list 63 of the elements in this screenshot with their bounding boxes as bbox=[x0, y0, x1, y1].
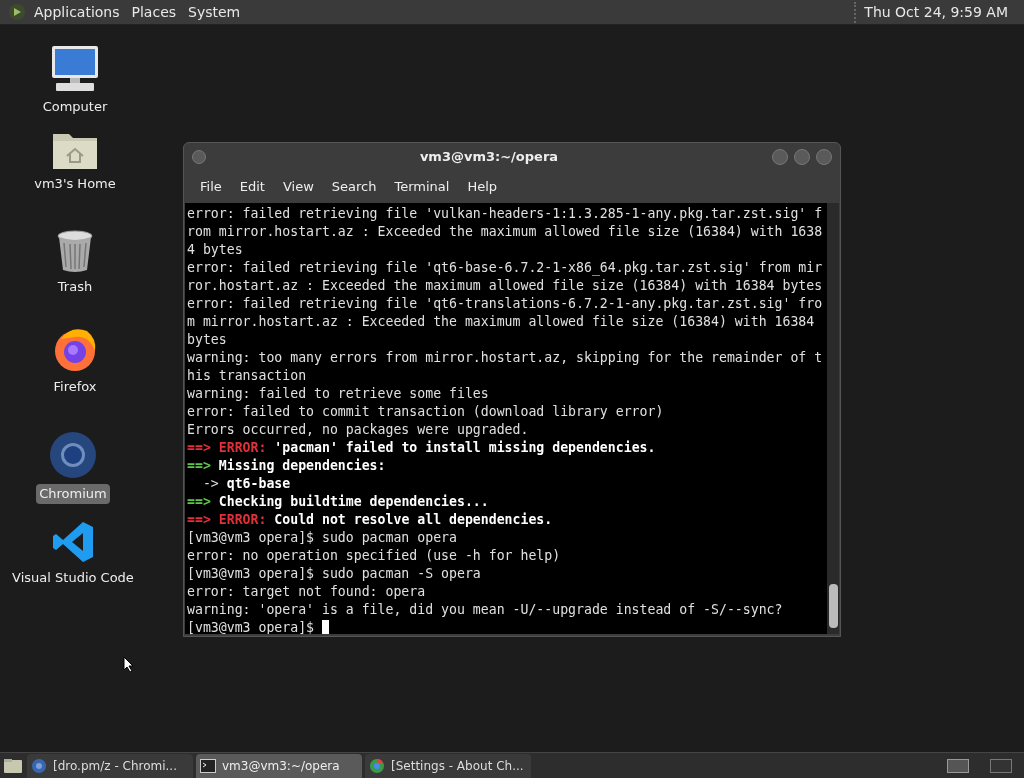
terminal-line: error: target not found: opera bbox=[187, 583, 426, 601]
menu-item[interactable]: Edit bbox=[231, 177, 273, 197]
computer-icon[interactable] bbox=[50, 45, 100, 93]
terminal-line: [vm3@vm3 opera]$ sudo pacman opera bbox=[187, 529, 457, 547]
icon-label[interactable]: Trash bbox=[54, 277, 96, 297]
taskbar-button[interactable]: vm3@vm3:~/opera bbox=[196, 753, 362, 778]
terminal-line: warning: 'opera' is a file, did you mean -U/--upgrade instead of -S/--sync? bbox=[187, 601, 783, 619]
panel-menu[interactable]: Places bbox=[127, 1, 181, 23]
menu-item[interactable]: View bbox=[274, 177, 322, 197]
panel-menu[interactable]: Applications bbox=[30, 1, 124, 23]
terminal-line: error: failed retrieving file 'qt6-base-6.7.2-1-x86_64.pkg.tar.zst.sig' from mir bbox=[187, 259, 823, 277]
terminal-line: [vm3@vm3 opera]$ bbox=[187, 619, 315, 634]
terminal-line: [vm3@vm3 opera]$ sudo pacman -S opera bbox=[187, 565, 481, 583]
logo-icon[interactable] bbox=[8, 3, 26, 21]
terminal-output[interactable] bbox=[185, 203, 827, 634]
close-button[interactable] bbox=[816, 149, 832, 165]
taskbar-button[interactable]: [Settings - About Ch... bbox=[365, 753, 531, 778]
terminal-line: Errors occurred, no packages were upgraded. bbox=[187, 421, 529, 439]
terminal-line: warning: failed to retrieve some files bbox=[187, 385, 489, 403]
menu-item[interactable]: File bbox=[192, 177, 230, 197]
terminal-line: ==> ERROR: Could not resolve all dependencies. bbox=[187, 511, 553, 529]
terminal-line: ==> Checking buildtime dependencies... bbox=[187, 493, 489, 511]
terminal-line: error: failed retrieving file 'vulkan-headers-1:1.3.285-1-any.pkg.tar.zst.sig' f bbox=[187, 205, 823, 223]
terminal-line: ==> ERROR: 'pacman' failed to install missing dependencies. bbox=[187, 439, 656, 457]
terminal-line: error: no operation specified (use -h for help) bbox=[187, 547, 561, 565]
menu-item[interactable]: Terminal bbox=[386, 177, 458, 197]
menu-item[interactable]: Help bbox=[459, 177, 506, 197]
terminal-icon bbox=[200, 758, 216, 773]
icon-label[interactable]: vm3's Home bbox=[31, 174, 119, 194]
terminal-line: ==> Missing dependencies: bbox=[187, 457, 386, 475]
workspace-switcher[interactable] bbox=[990, 758, 1012, 773]
terminal-line: error: failed retrieving file 'qt6-translations-6.7.2-1-any.pkg.tar.zst.sig' fro bbox=[187, 295, 823, 313]
terminal-line: warning: too many errors from mirror.hostart.az, skipping for the remainder of t bbox=[187, 349, 823, 367]
terminal-line: ror.hostart.az : Exceeded the maximum allowed file size (16384) with 16384 bytes bbox=[187, 277, 823, 295]
vscode-icon[interactable] bbox=[51, 520, 95, 564]
cursor bbox=[322, 619, 330, 634]
show-desktop-icon[interactable] bbox=[2, 756, 24, 775]
menu-item[interactable]: Search bbox=[323, 177, 385, 197]
terminal-line: error: failed to commit transaction (download library error) bbox=[187, 403, 664, 421]
icon-label[interactable]: Chromium bbox=[36, 484, 110, 504]
terminal-line: 4 bytes bbox=[187, 241, 243, 259]
terminal-line: -> qt6-base bbox=[201, 475, 291, 493]
window-title: vm3@vm3:~/opera bbox=[418, 148, 560, 167]
maximize-button[interactable] bbox=[794, 149, 810, 165]
chromium-icon bbox=[31, 757, 47, 774]
icon-label[interactable]: Firefox bbox=[50, 377, 100, 397]
terminal-line: bytes bbox=[187, 331, 227, 349]
scrollbar[interactable] bbox=[827, 203, 839, 634]
minimize-button[interactable] bbox=[772, 149, 788, 165]
terminal-line: m mirror.hostart.az : Exceeded the maximum allowed file size (16384) with 16384 bbox=[187, 313, 815, 331]
terminal-line: his transaction bbox=[187, 367, 307, 385]
trash-icon[interactable] bbox=[56, 229, 94, 273]
workspace-switcher[interactable] bbox=[947, 758, 969, 773]
chrome-icon bbox=[369, 757, 385, 774]
terminal-line: rom mirror.hostart.az : Exceeded the maximum allowed file size (16384) with 1638 bbox=[187, 223, 823, 241]
mouse-pointer-icon bbox=[123, 656, 134, 673]
icon-label[interactable]: Visual Studio Code bbox=[9, 568, 137, 588]
taskbar-button[interactable]: [dro.pm/z - Chromi... bbox=[27, 753, 193, 778]
clock[interactable]: Thu Oct 24, 9:59 AM bbox=[854, 1, 1016, 23]
scrollbar-thumb[interactable] bbox=[828, 584, 838, 628]
icon-label[interactable]: Computer bbox=[39, 97, 111, 117]
panel-menu[interactable]: System bbox=[184, 1, 245, 23]
chromium-icon[interactable] bbox=[48, 430, 98, 480]
